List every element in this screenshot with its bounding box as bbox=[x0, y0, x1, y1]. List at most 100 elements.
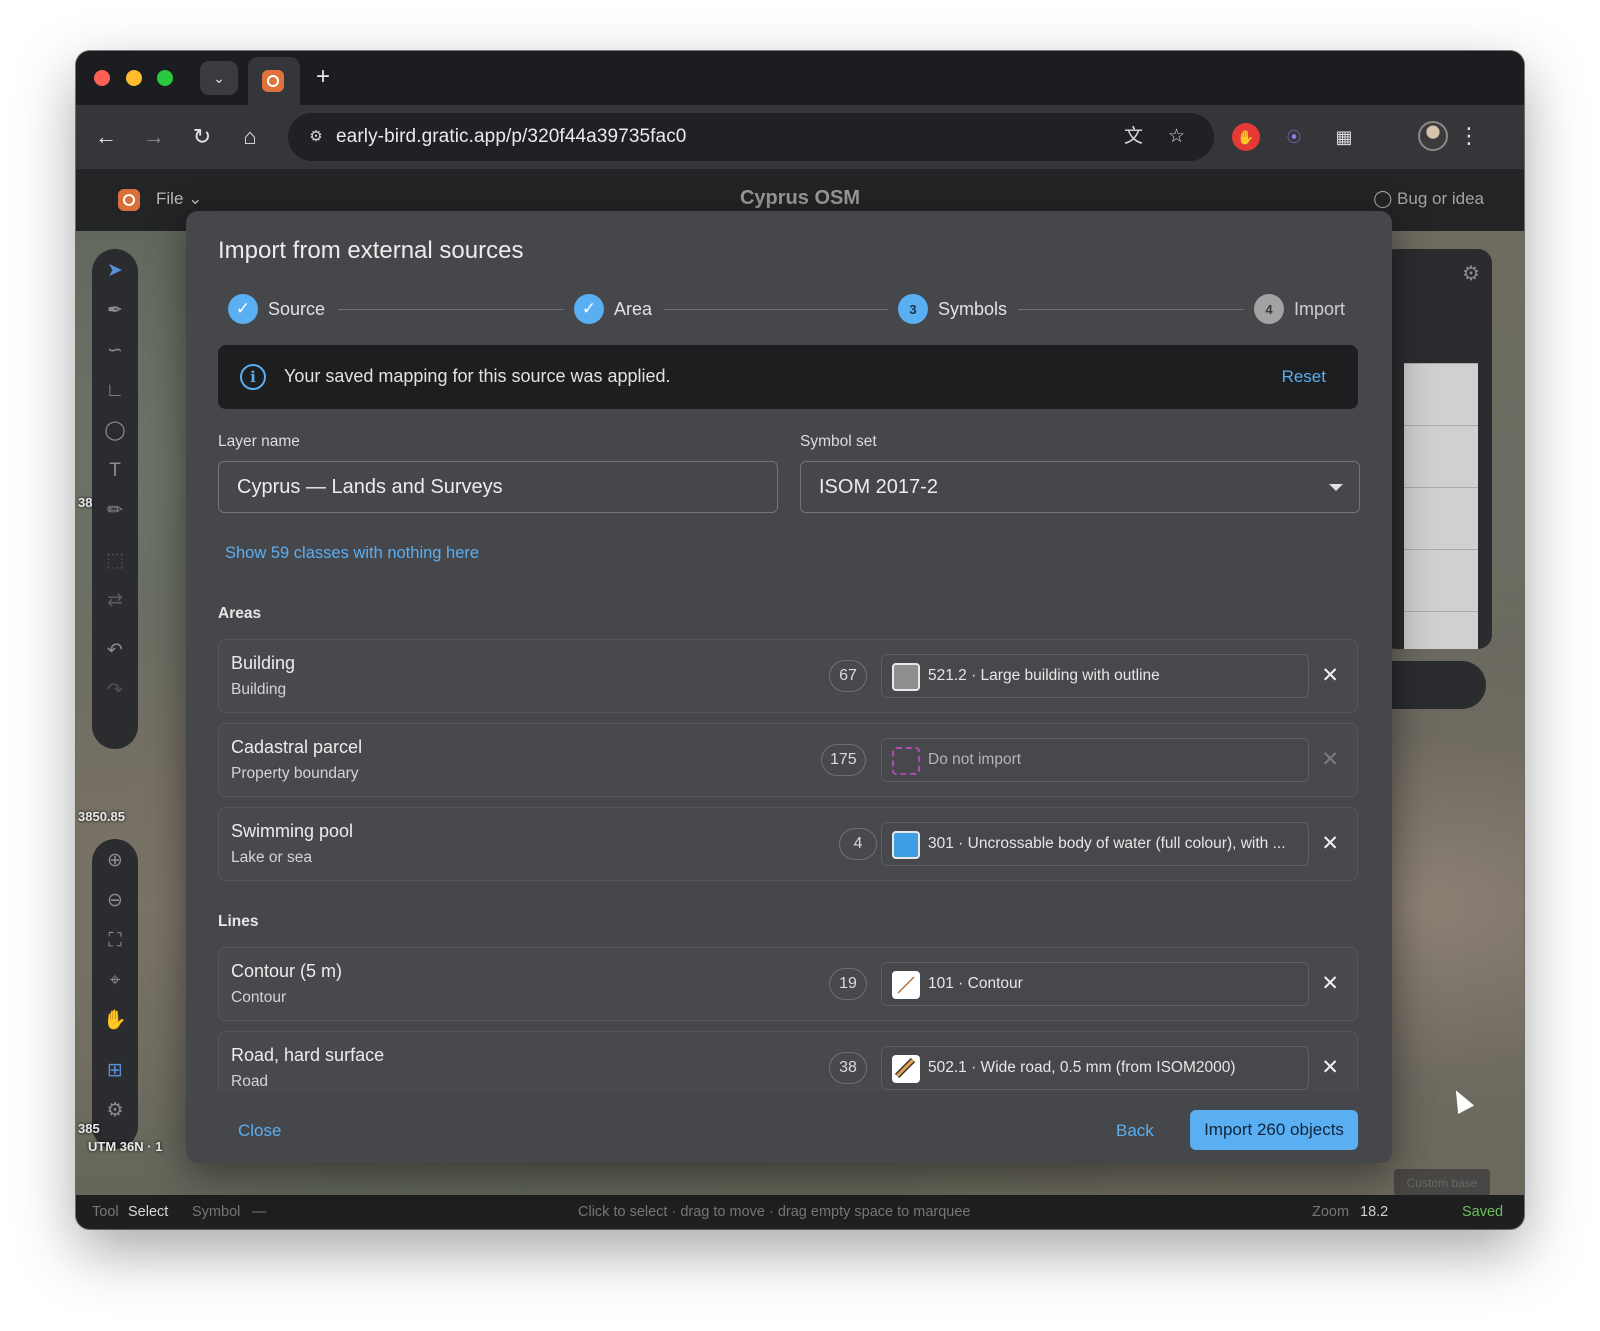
back-arrow-icon[interactable]: ← bbox=[90, 121, 122, 153]
grid-icon[interactable]: ⊞ bbox=[103, 1059, 127, 1083]
zoom-in-icon[interactable]: ⊕ bbox=[103, 849, 127, 873]
site-settings-icon[interactable]: ⚙ bbox=[304, 125, 328, 149]
tab-search-button[interactable]: ⌄ bbox=[200, 61, 238, 95]
symbol-name: 521.2 · Large building with outline bbox=[928, 667, 1160, 684]
symbol-set-label: Symbol set bbox=[800, 433, 877, 450]
step-area[interactable]: ✓ Area bbox=[574, 291, 652, 327]
object-count-badge: 38 bbox=[829, 1052, 867, 1084]
angle-tool-icon[interactable]: ∟ bbox=[103, 379, 127, 403]
url-text[interactable]: early-bird.gratic.app/p/320f44a39735fac0 bbox=[336, 126, 686, 148]
close-icon[interactable]: ✕ bbox=[1321, 664, 1339, 688]
locate-icon[interactable]: ⌖ bbox=[103, 969, 127, 993]
browser-window: ⌄ + ← → ↻ ⌂ ⚙ early-bird.gratic.app/p/32… bbox=[76, 51, 1524, 1229]
adblock-extension-icon[interactable]: ✋ bbox=[1232, 123, 1260, 151]
class-name: Cadastral parcel bbox=[231, 737, 363, 757]
class-subtype: Property boundary bbox=[231, 765, 359, 782]
text-tool-icon[interactable]: T bbox=[103, 459, 127, 483]
symbol-swatch[interactable] bbox=[1404, 425, 1478, 487]
ruler-tool-icon[interactable]: ✏ bbox=[103, 499, 127, 523]
step-import[interactable]: 4 Import bbox=[1254, 291, 1345, 327]
symbol-swatch[interactable] bbox=[1404, 549, 1478, 611]
step-number: 3 bbox=[898, 294, 928, 324]
symbol-swatch[interactable] bbox=[1404, 611, 1478, 649]
forward-arrow-icon[interactable]: → bbox=[138, 121, 170, 153]
reload-icon[interactable]: ↻ bbox=[186, 121, 218, 153]
building-swatch-icon bbox=[892, 663, 920, 691]
status-hint: Click to select · drag to move · drag em… bbox=[578, 1204, 971, 1220]
feedback-button[interactable]: ◯ Bug or idea bbox=[1373, 189, 1484, 209]
view-tool-rail: ⊕ ⊖ ⛶ ⌖ ✋ ⊞ ⚙ bbox=[92, 839, 138, 1149]
layer-name-input[interactable]: Cyprus — Lands and Surveys bbox=[218, 461, 778, 513]
extensions-puzzle-icon[interactable]: ▦ bbox=[1330, 123, 1358, 151]
water-swatch-icon bbox=[892, 831, 920, 859]
pen-tool-icon[interactable]: ✒ bbox=[103, 299, 127, 323]
new-tab-button[interactable]: + bbox=[316, 63, 330, 91]
section-title-areas: Areas bbox=[218, 605, 262, 622]
caret-down-icon bbox=[1329, 484, 1343, 491]
select-pointer-icon[interactable]: ➤ bbox=[103, 259, 127, 283]
status-zoom-value: 18.2 bbox=[1360, 1204, 1389, 1220]
status-saved: Saved bbox=[1462, 1204, 1504, 1220]
symbol-picker[interactable]: 101 · Contour bbox=[881, 962, 1309, 1006]
browser-tab[interactable] bbox=[248, 57, 300, 105]
broadcast-extension-icon[interactable]: ⦿ bbox=[1280, 123, 1308, 151]
symbol-picker[interactable]: 521.2 · Large building with outline bbox=[881, 654, 1309, 698]
close-button[interactable]: Close bbox=[238, 1121, 281, 1141]
undo-icon[interactable]: ↶ bbox=[103, 639, 127, 663]
settings-gear-icon[interactable]: ⚙ bbox=[103, 1099, 127, 1123]
alert-message: Your saved mapping for this source was a… bbox=[284, 366, 671, 386]
lightbulb-icon: ◯ bbox=[1373, 189, 1393, 208]
import-stepper: ✓ Source ✓ Area 3 Symbols 4 Import bbox=[218, 291, 1358, 327]
class-name: Swimming pool bbox=[231, 821, 354, 841]
app-favicon-icon bbox=[262, 70, 284, 92]
close-icon[interactable]: ✕ bbox=[1321, 972, 1339, 996]
redo-icon[interactable]: ↷ bbox=[103, 679, 127, 703]
symbol-picker[interactable]: Do not import bbox=[881, 738, 1309, 782]
layer-name-label: Layer name bbox=[218, 433, 300, 450]
back-button[interactable]: Back bbox=[1116, 1121, 1154, 1141]
step-connector bbox=[664, 309, 888, 310]
close-icon[interactable]: ✕ bbox=[1321, 748, 1339, 772]
home-icon[interactable]: ⌂ bbox=[234, 121, 266, 153]
zoom-out-icon[interactable]: ⊖ bbox=[103, 889, 127, 913]
close-icon[interactable]: ✕ bbox=[1321, 1056, 1339, 1080]
fit-view-icon[interactable]: ⛶ bbox=[103, 929, 127, 953]
import-button[interactable]: Import 260 objects bbox=[1190, 1110, 1358, 1150]
minimize-window-button[interactable] bbox=[126, 70, 142, 86]
gear-icon[interactable]: ⚙ bbox=[1462, 261, 1480, 286]
class-name: Building bbox=[231, 653, 296, 673]
profile-avatar[interactable] bbox=[1418, 121, 1448, 151]
circle-tool-icon[interactable]: ◯ bbox=[103, 419, 127, 443]
address-bar[interactable]: ⚙ early-bird.gratic.app/p/320f44a39735fa… bbox=[288, 113, 1214, 161]
status-tool-label: Tool bbox=[92, 1204, 119, 1220]
step-symbols[interactable]: 3 Symbols bbox=[898, 291, 1007, 327]
step-source[interactable]: ✓ Source bbox=[228, 291, 325, 327]
symbol-picker[interactable]: 301 · Uncrossable body of water (full co… bbox=[881, 822, 1309, 866]
symbol-swatch[interactable] bbox=[1404, 487, 1478, 549]
drawing-tool-rail: ➤ ✒ ∽ ∟ ◯ T ✏ ⬚ ⇄ ↶ ↷ bbox=[92, 249, 138, 749]
road-swatch-icon bbox=[892, 1055, 920, 1083]
translate-icon[interactable]: 文 bbox=[1124, 125, 1143, 149]
do-not-import-swatch-icon bbox=[892, 747, 920, 775]
class-subtype: Building bbox=[231, 681, 287, 698]
browser-menu-icon[interactable]: ⋮ bbox=[1458, 121, 1480, 151]
base-layer-chip[interactable]: Custom base bbox=[1394, 1169, 1490, 1197]
map-scale-label: 38 bbox=[78, 495, 93, 510]
close-window-button[interactable] bbox=[94, 70, 110, 86]
pan-hand-icon[interactable]: ✋ bbox=[103, 1009, 127, 1033]
show-empty-classes-link[interactable]: Show 59 classes with nothing here bbox=[225, 544, 479, 563]
marquee-tool-icon[interactable]: ⬚ bbox=[103, 549, 127, 573]
tab-strip: ⌄ + bbox=[76, 51, 1524, 105]
maximize-window-button[interactable] bbox=[157, 70, 173, 86]
curve-tool-icon[interactable]: ∽ bbox=[103, 339, 127, 363]
symbol-swatch[interactable] bbox=[1404, 363, 1478, 425]
bookmark-star-icon[interactable]: ☆ bbox=[1168, 125, 1185, 149]
mapping-row: Road, hard surface Road 38 502.1 · Wide … bbox=[218, 1031, 1358, 1091]
symbol-picker[interactable]: 502.1 · Wide road, 0.5 mm (from ISOM2000… bbox=[881, 1046, 1309, 1090]
swap-tool-icon[interactable]: ⇄ bbox=[103, 589, 127, 613]
reset-button[interactable]: Reset bbox=[1282, 367, 1326, 387]
symbol-set-value: ISOM 2017-2 bbox=[819, 476, 938, 498]
symbol-set-select[interactable]: ISOM 2017-2 bbox=[800, 461, 1360, 513]
browser-toolbar: ← → ↻ ⌂ ⚙ early-bird.gratic.app/p/320f44… bbox=[76, 105, 1524, 169]
close-icon[interactable]: ✕ bbox=[1321, 832, 1339, 856]
